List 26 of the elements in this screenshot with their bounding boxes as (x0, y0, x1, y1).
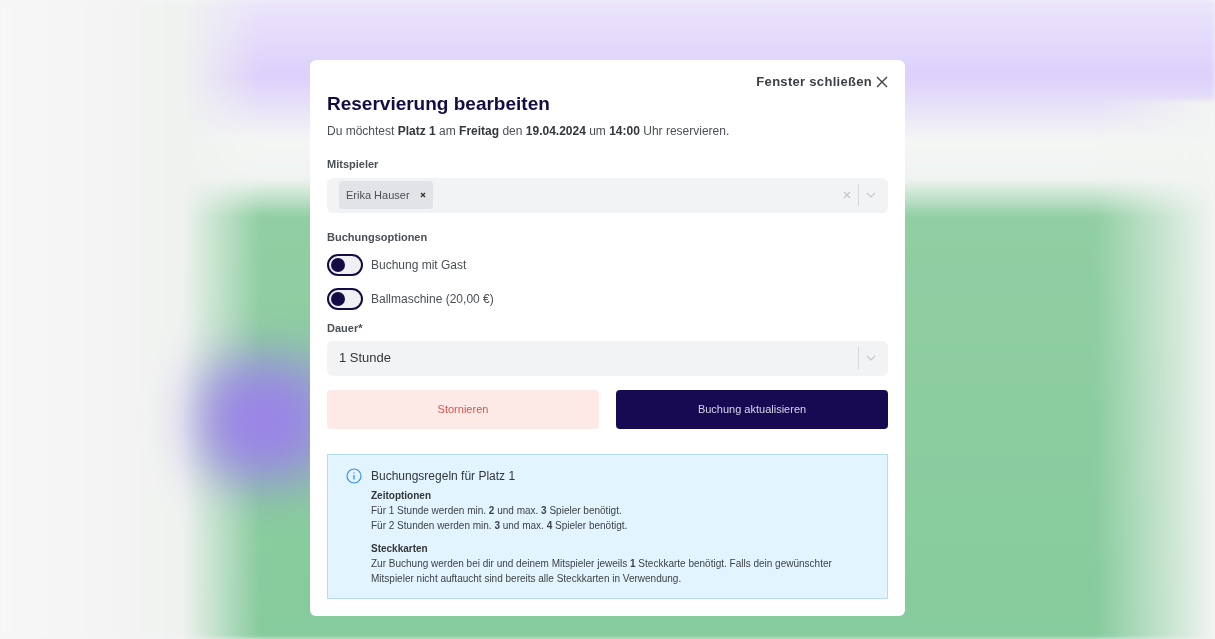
toggle-switch[interactable] (327, 288, 363, 310)
players-select[interactable]: Erika Hauser (327, 177, 888, 213)
rule-text: Für 2 Stunden werden min. 3 und max. 4 Spieler benötigt. (371, 518, 629, 533)
update-button[interactable]: Buchung aktualisieren (616, 389, 888, 429)
field-label: Mitspieler (327, 157, 379, 172)
toggle-switch[interactable] (327, 254, 363, 276)
dialog-title: Reservierung bearbeiten (327, 91, 550, 116)
chevron-down-icon (866, 192, 876, 198)
section-heading: Zeitoptionen (371, 488, 431, 503)
rules-title: Buchungsregeln für Platz 1 (371, 467, 516, 485)
field-label: Buchungsoptionen (327, 229, 428, 245)
player-tag: Erika Hauser (339, 181, 433, 209)
rule-text: Für 1 Stunde werden min. 2 und max. 3 Spieler benötigt. (371, 503, 623, 518)
close-icon (876, 75, 888, 88)
close-button[interactable]: Fenster schließen (756, 72, 888, 92)
field-label: Dauer* (327, 321, 363, 336)
option-label: Ballmaschine (20,00 €) (371, 291, 494, 308)
section-heading: Steckkarten (371, 541, 428, 556)
info-icon (346, 467, 362, 484)
chevron-down-icon (866, 355, 876, 361)
booking-summary: Du möchtest Platz 1 am Freitag den 19.04.2024 um 14:00 Uhr reservieren. (327, 123, 730, 140)
cancel-button[interactable]: Stornieren (327, 389, 599, 429)
remove-icon[interactable] (419, 192, 426, 198)
duration-select[interactable]: 1 Stunde (327, 340, 888, 376)
rule-text: Zur Buchung werden bei dir und deinem Mitspieler jeweils 1 Steckkarte benötigt. Falls dein gewünschter Mitspieler nicht auftaucht sind bereits alle Steckkarten in Verwendung. (371, 556, 833, 586)
option-label: Buchung mit Gast (371, 257, 467, 274)
